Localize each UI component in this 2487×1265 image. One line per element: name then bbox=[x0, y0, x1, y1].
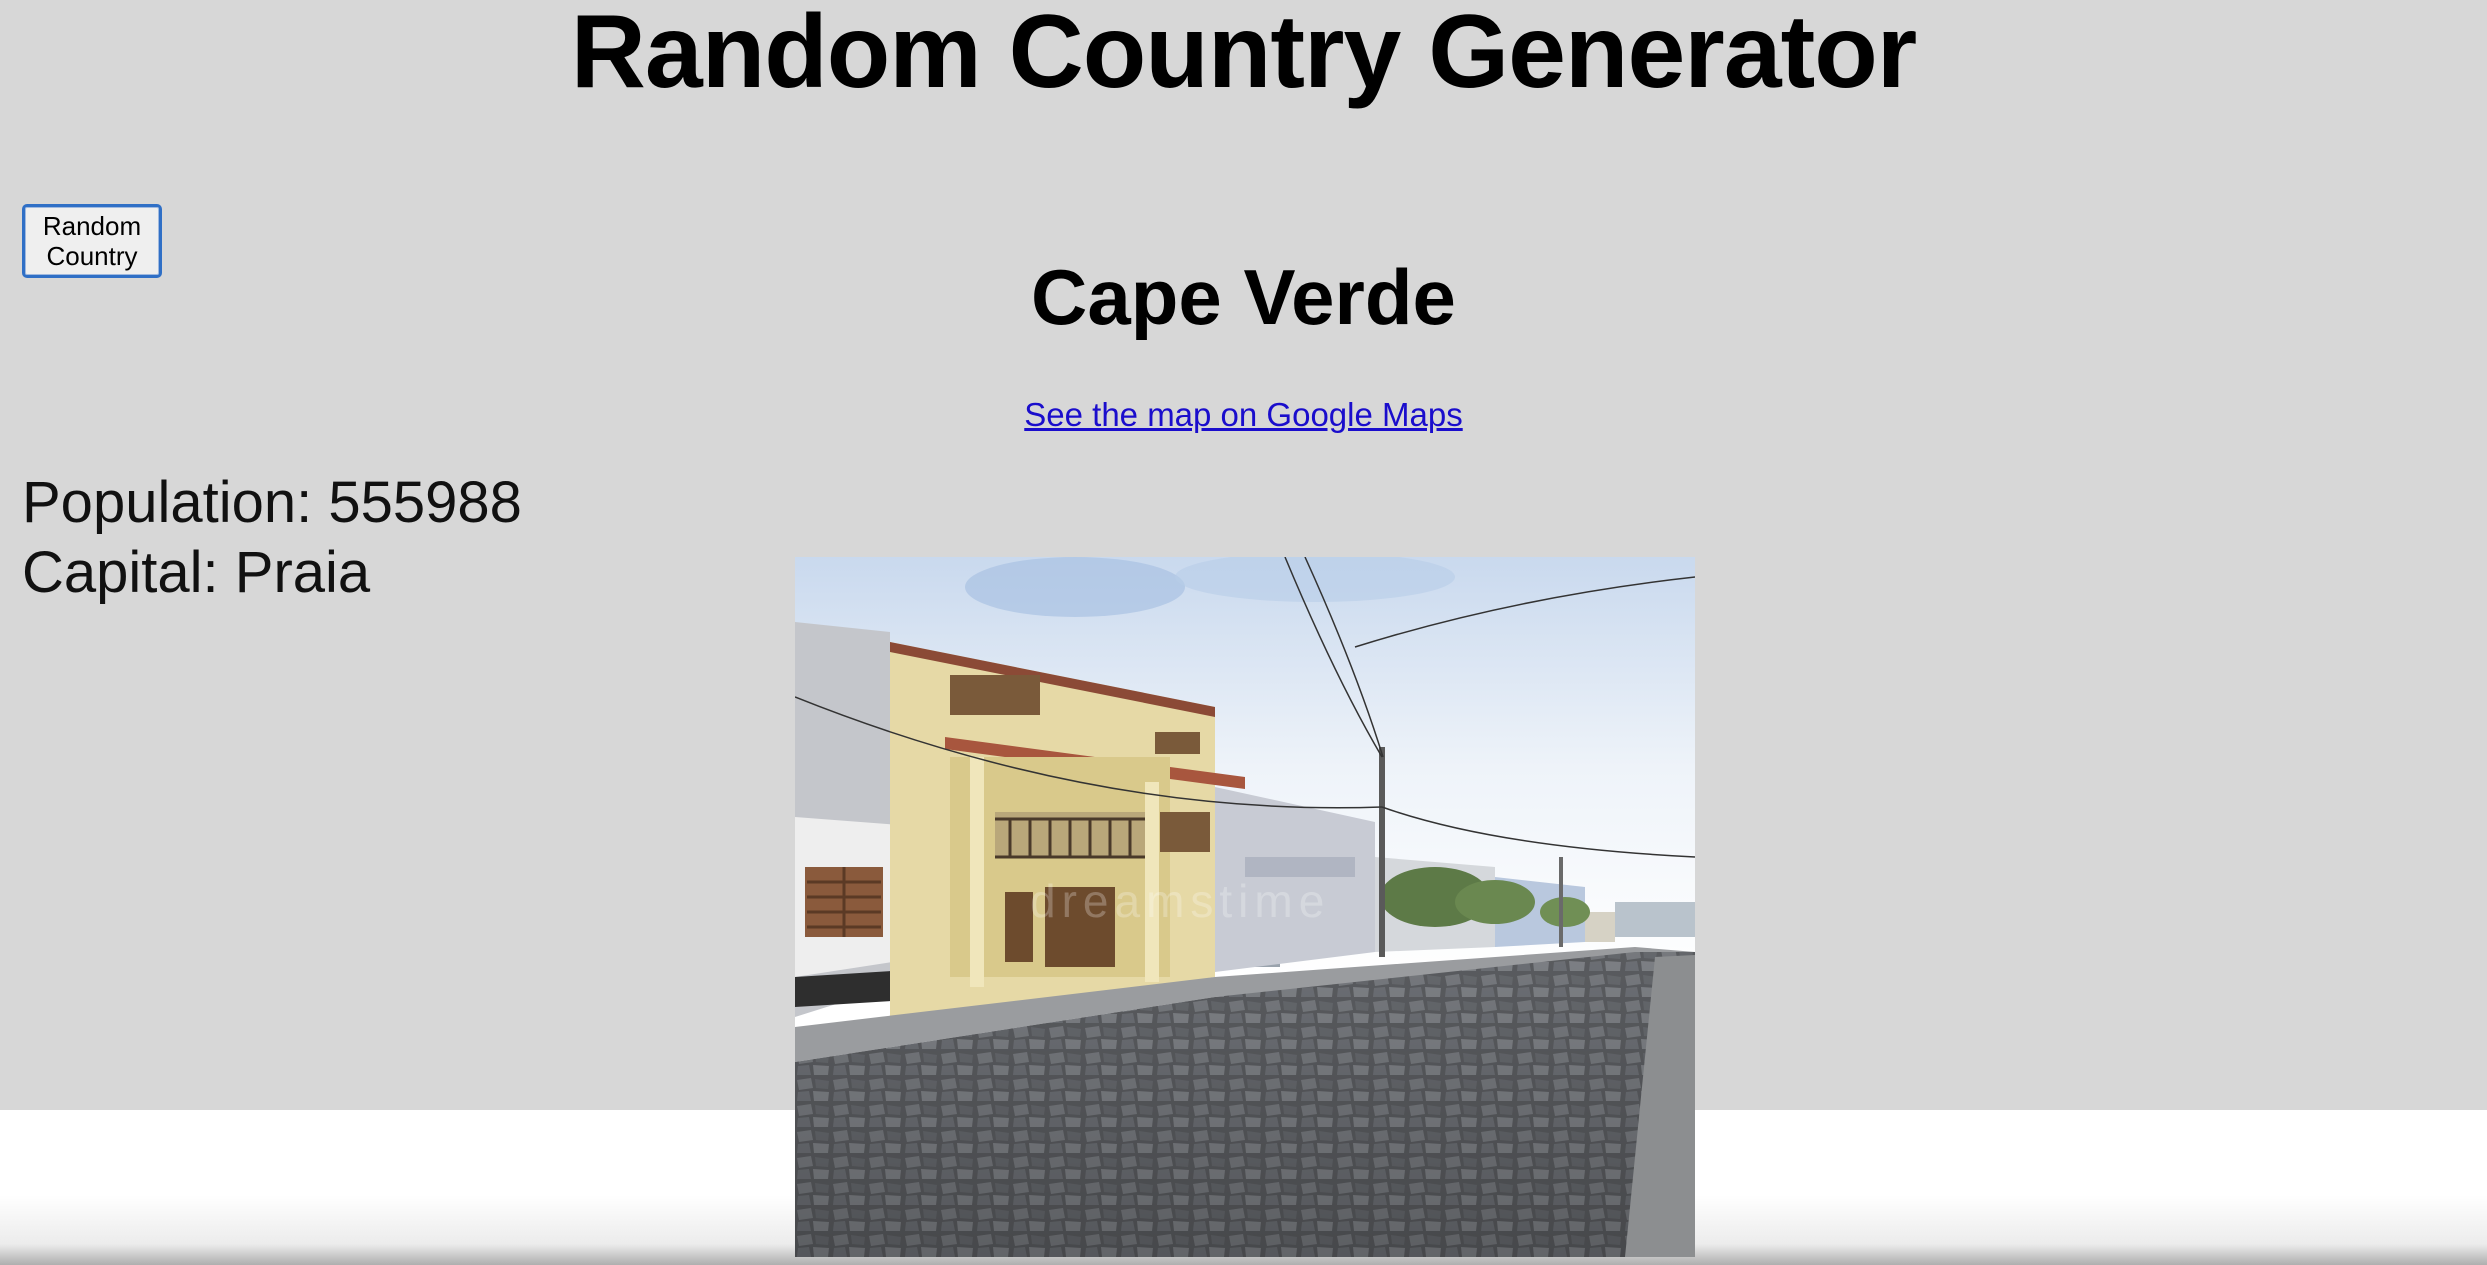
population-value: 555988 bbox=[328, 470, 522, 535]
google-maps-link[interactable]: See the map on Google Maps bbox=[1024, 396, 1462, 433]
country-photo: dreamstime bbox=[795, 557, 1695, 1257]
population-line: Population: 555988 bbox=[22, 470, 522, 536]
map-link-container: See the map on Google Maps bbox=[0, 395, 2487, 435]
population-label: Population: bbox=[22, 470, 313, 535]
page: Random Country Generator Random Country … bbox=[0, 0, 2487, 1265]
country-name: Cape Verde bbox=[1031, 253, 1456, 341]
capital-label: Capital: bbox=[22, 540, 219, 605]
watermark: dreamstime bbox=[1030, 875, 1330, 927]
capital-line: Capital: Praia bbox=[22, 540, 370, 606]
capital-value: Praia bbox=[234, 540, 371, 605]
page-title: Random Country Generator bbox=[570, 0, 1917, 110]
